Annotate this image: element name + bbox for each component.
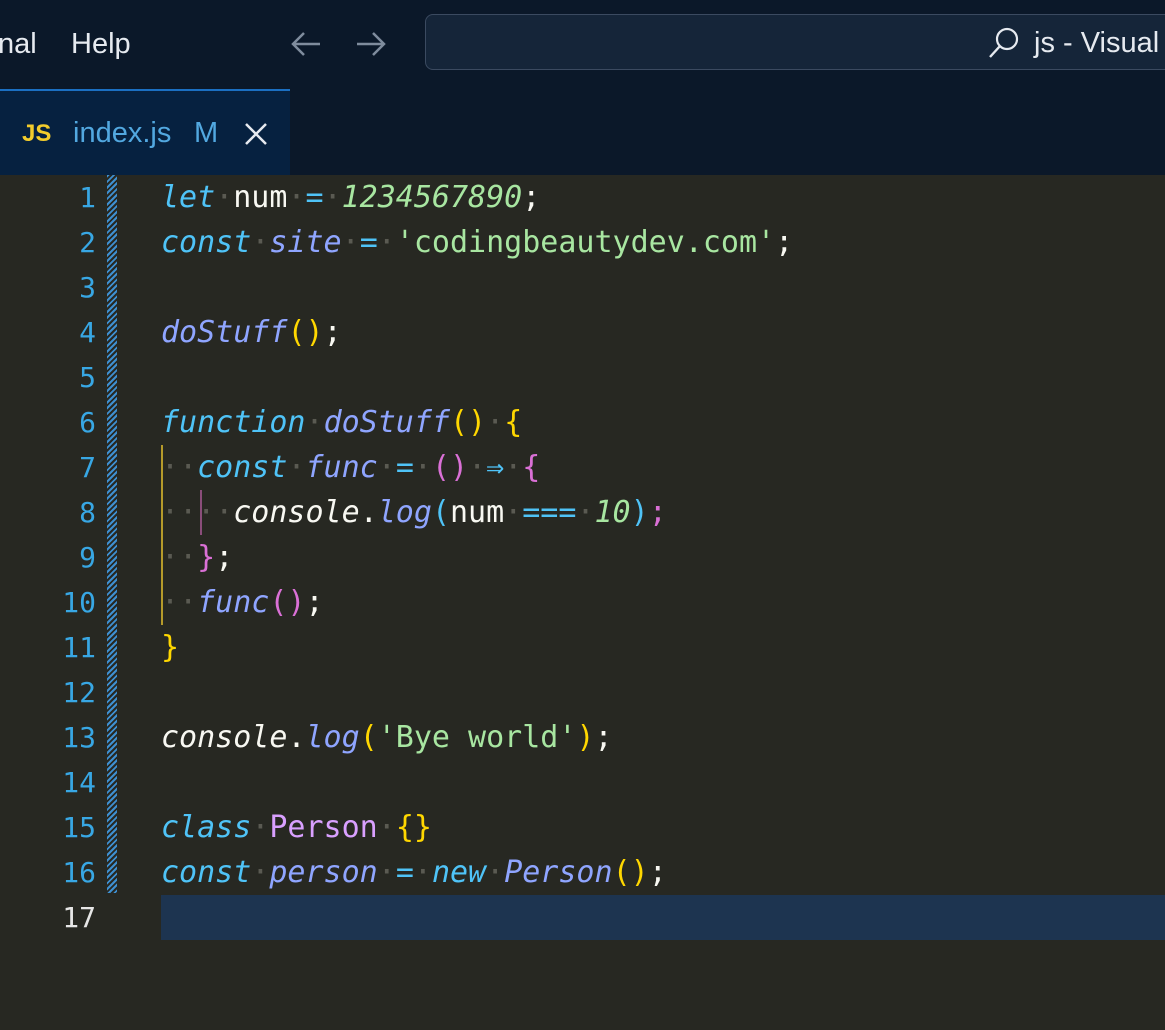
code-line: 15 class·Person·{}: [0, 805, 1165, 850]
code-line: 4 doStuff();: [0, 310, 1165, 355]
js-file-icon: JS: [22, 120, 52, 147]
line-number: 3: [79, 271, 96, 304]
code-line: 6 function·doStuff()·{: [0, 400, 1165, 445]
arrow-left-icon[interactable]: [286, 24, 326, 64]
command-center-search[interactable]: js - Visual: [425, 14, 1165, 70]
line-number: 10: [62, 586, 96, 619]
line-number: 5: [79, 361, 96, 394]
line-number: 9: [79, 541, 96, 574]
menu-item-help[interactable]: Help: [71, 24, 131, 64]
code-line: 12: [0, 670, 1165, 715]
search-icon: [989, 27, 1019, 58]
code-line: 16 const·person·=·new·Person();: [0, 850, 1165, 895]
line-number: 12: [62, 676, 96, 709]
code-line: 1 let·num·=·1234567890;: [0, 175, 1165, 220]
line-number: 13: [62, 721, 96, 754]
line-number: 14: [62, 766, 96, 799]
code-line: 10 ··func();: [0, 580, 1165, 625]
line-number: 4: [79, 316, 96, 349]
close-icon[interactable]: [243, 121, 269, 147]
menu-item-terminal[interactable]: nal: [0, 24, 37, 64]
tab-index-js[interactable]: JS index.js M: [0, 89, 290, 175]
window-title: js - Visual: [1034, 27, 1160, 59]
code-line: 17: [0, 895, 1165, 940]
code-editor[interactable]: 1 let·num·=·1234567890; 2 const·site·=·'…: [0, 175, 1165, 953]
code-line: 11 }: [0, 625, 1165, 670]
line-number: 17: [62, 901, 96, 934]
tab-bar: JS index.js M: [0, 87, 1165, 175]
code-line: 3: [0, 265, 1165, 310]
code-line: 13 console.log('Bye world');: [0, 715, 1165, 760]
line-number: 16: [62, 856, 96, 889]
line-number: 11: [62, 631, 96, 664]
line-number: 6: [79, 406, 96, 439]
line-number: 2: [79, 226, 96, 259]
code-line: 8 ····console.log(num·===·10);: [0, 490, 1165, 535]
arrow-right-icon[interactable]: [351, 24, 391, 64]
line-number: 7: [79, 451, 96, 484]
code-line: 5: [0, 355, 1165, 400]
code-line: 14: [0, 760, 1165, 805]
line-number: 1: [79, 181, 96, 214]
line-number: 8: [79, 496, 96, 529]
code-line: 7 ··const·func·=·()·⇒·{: [0, 445, 1165, 490]
line-number: 15: [62, 811, 96, 844]
title-bar: nal Help js - Visual: [0, 0, 1165, 87]
code-line: 9 ··};: [0, 535, 1165, 580]
tab-filename: index.js: [73, 117, 172, 149]
modified-badge: M: [194, 117, 219, 149]
code-line: 2 const·site·=·'codingbeautydev.com';: [0, 220, 1165, 265]
